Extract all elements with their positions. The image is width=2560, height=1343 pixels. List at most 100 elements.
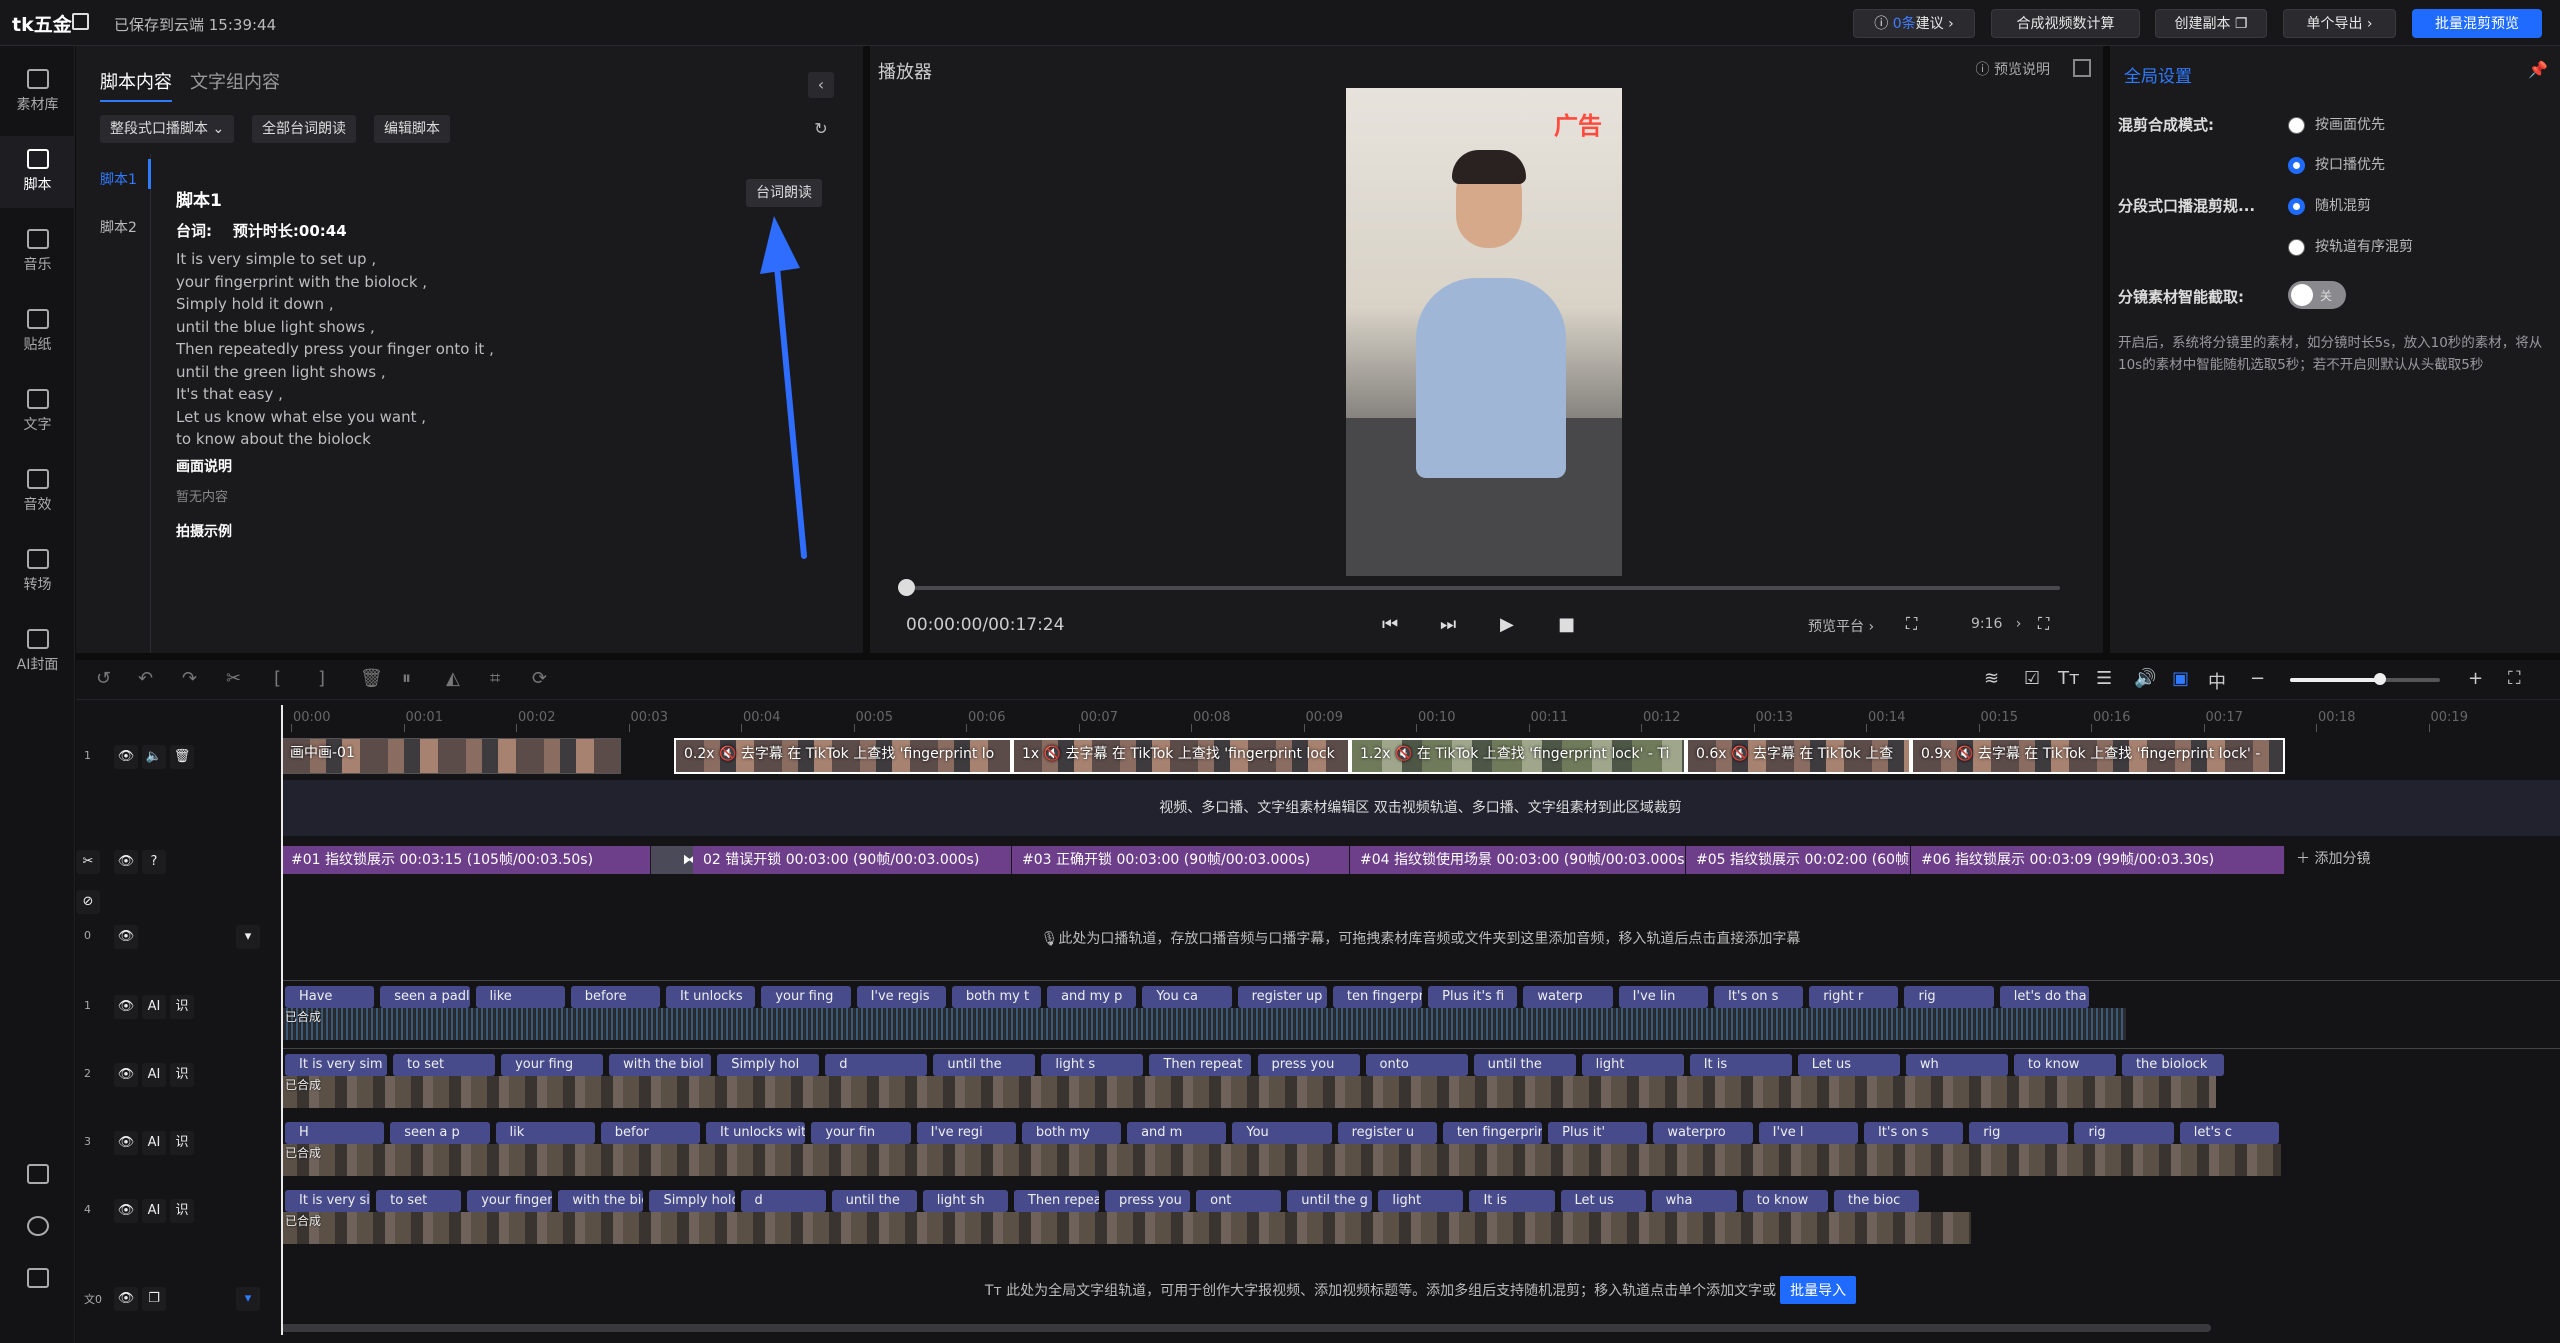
shot-chip[interactable]: #04 指纹锁使用场景 00:03:00 (90帧/00:03.000s (1350, 846, 1686, 874)
subtitle-chip[interactable]: Then repea (1013, 1190, 1099, 1212)
subtitle-chip[interactable]: It's on s (1863, 1122, 1964, 1144)
subtitle-chip[interactable]: like (475, 986, 565, 1008)
fullscreen-icon[interactable] (2073, 59, 2091, 77)
subtitle-chip[interactable]: register up (1237, 986, 1327, 1008)
ai-icon[interactable]: AI (142, 1199, 166, 1223)
subtitle-icon[interactable]: 识 (170, 1199, 194, 1223)
subtitle-chip[interactable]: until the (831, 1190, 917, 1212)
center-icon[interactable]: 中 (2208, 668, 2226, 694)
subtitle-chip[interactable]: the biolock (2121, 1054, 2224, 1076)
eye-icon[interactable]: 👁 (114, 1131, 138, 1155)
next-frame-icon[interactable]: ⏭ (1440, 614, 1456, 635)
audio-track[interactable]: 已合成 (281, 1212, 1971, 1244)
subtitle-chip[interactable]: It is (1689, 1054, 1792, 1076)
check-icon[interactable]: ☑ (2024, 668, 2040, 689)
subtitle-chip[interactable]: light (1378, 1190, 1464, 1212)
subtitle-icon[interactable]: 识 (170, 1063, 194, 1087)
shot-chip[interactable]: #01 指纹锁展示 00:03:15 (105帧/00:03.50s) (281, 846, 651, 874)
play-icon[interactable]: ▶ (1500, 614, 1514, 635)
expand-icon[interactable]: ⛶ (2038, 614, 2049, 634)
subtitle-chip[interactable]: right r (1809, 986, 1899, 1008)
script-mode-select[interactable]: 整段式口播脚本 ⌄ (100, 115, 235, 143)
mirror-icon[interactable]: ◭ (446, 668, 460, 689)
subtitle-chip[interactable]: let's do tha (1999, 986, 2089, 1008)
nav-music[interactable]: 音乐 (0, 216, 75, 288)
subtitle-chip[interactable]: with the biol (609, 1054, 712, 1076)
subtitle-chip[interactable]: seen a padl (380, 986, 470, 1008)
subtitle-chip[interactable]: and my p (1047, 986, 1137, 1008)
subtitle-chip[interactable]: H (285, 1122, 385, 1144)
freeze-icon[interactable]: ⏸ (402, 668, 411, 689)
video-clip[interactable]: 0.6x 🔇 去字幕 在 TikTok 上查 (1686, 738, 1911, 774)
subtitle-chip[interactable]: onto (1365, 1054, 1468, 1076)
read-lines-button[interactable]: 台词朗读 (746, 179, 822, 207)
nav-ai-cover[interactable]: AI封面 (0, 616, 75, 688)
nav-sticker[interactable]: 贴纸 (0, 296, 75, 368)
subtitle-chip[interactable]: light sh (922, 1190, 1008, 1212)
cut-icon[interactable]: ✂ (226, 668, 241, 689)
subtitle-chip[interactable]: ten fingerprints (1442, 1122, 1543, 1144)
subtitle-chip[interactable]: It unlocks with (706, 1122, 806, 1144)
video-clip[interactable]: 1.2x 🔇 在 TikTok 上查找 'fingerprint lock' -… (1350, 738, 1686, 774)
create-copy-button[interactable]: 创建副本 ❐ (2155, 9, 2267, 38)
fit-icon[interactable]: ⛶ (2508, 668, 2521, 689)
horizontal-scrollbar[interactable] (281, 1324, 2211, 1332)
time-ruler[interactable]: 00:00 00:01 00:02 00:03 00:04 00:05 00:06 00:07… (281, 700, 2560, 732)
subtitle-chip[interactable]: lik (495, 1122, 595, 1144)
subtitle-chip[interactable]: Simply hold (649, 1190, 735, 1212)
subtitle-icon[interactable]: 识 (170, 995, 194, 1019)
subtitle-chip[interactable]: Let us (1560, 1190, 1646, 1212)
crop-icon[interactable]: ⛶ (1906, 614, 1917, 634)
eye-icon[interactable]: 👁 (114, 850, 138, 874)
copy-icon[interactable]: ❐ (142, 1287, 166, 1311)
volume-icon[interactable]: 🔊 (2134, 668, 2156, 689)
mute-icon[interactable]: 🔈 (142, 745, 166, 769)
subtitle-chip[interactable]: rig (1969, 1122, 2069, 1144)
subtitle-chip[interactable]: register u (1337, 1122, 1437, 1144)
subtitle-chip[interactable]: until the (1473, 1054, 1576, 1076)
split-right-icon[interactable]: ] (318, 668, 325, 689)
eye-icon[interactable]: 👁 (114, 745, 138, 769)
eye-icon[interactable]: 👁 (114, 1287, 138, 1311)
subtitle-chip[interactable]: until the (933, 1054, 1036, 1076)
subtitle-chip[interactable]: befor (600, 1122, 701, 1144)
ai-icon[interactable]: AI (142, 1063, 166, 1087)
radio-ordered-mix[interactable]: 按轨道有序混剪 (2288, 236, 2413, 256)
subtitle-chip[interactable]: seen a p (390, 1122, 490, 1144)
link-icon[interactable]: ⊘ (76, 890, 100, 914)
compose-stats-button[interactable]: 合成视频数计算 (1991, 9, 2140, 38)
subtitle-chip[interactable]: It unlocks (666, 986, 756, 1008)
subtitle-chip[interactable]: rig (2074, 1122, 2174, 1144)
zoom-out-icon[interactable]: − (2250, 668, 2265, 689)
preview-note-link[interactable]: ⓘ 预览说明 (1976, 59, 2050, 79)
subtitle-chip[interactable]: your fing (501, 1054, 604, 1076)
help-button[interactable] (0, 1206, 75, 1246)
subtitle-chip[interactable]: I've lin (1618, 986, 1708, 1008)
zoom-slider-handle[interactable] (2374, 673, 2386, 685)
refresh-icon[interactable]: ↻ (808, 116, 834, 142)
subtitle-chip[interactable]: wh (1905, 1054, 2008, 1076)
subtitle-chip[interactable]: light s (1041, 1054, 1144, 1076)
layers-icon[interactable]: ≋ (1984, 668, 1999, 689)
subtitle-chip[interactable]: the bioc (1833, 1190, 1919, 1212)
shot-chip[interactable]: #05 指纹锁展示 00:02:00 (60帧 (1686, 846, 1911, 874)
subtitle-chip[interactable]: d (740, 1190, 826, 1212)
eye-icon[interactable]: 👁 (114, 925, 138, 949)
audio-track[interactable]: 已合成 (281, 1144, 2281, 1176)
undo-icon[interactable]: ↶ (138, 668, 153, 689)
scissors-icon[interactable]: ✂ (76, 850, 100, 874)
subtitle-chip[interactable]: Have (285, 986, 375, 1008)
radio-picture-first[interactable]: 按画面优先 (2288, 114, 2385, 134)
nav-sound-effect[interactable]: 音效 (0, 456, 75, 528)
subtitle-chip[interactable]: and m (1127, 1122, 1227, 1144)
subtitle-chip[interactable]: light (1581, 1054, 1684, 1076)
chevron-down-icon[interactable]: ▾ (236, 925, 260, 949)
redo-icon[interactable]: ↷ (182, 668, 197, 689)
subtitle-chip[interactable]: Then repeat (1149, 1054, 1252, 1076)
subtitle-chip[interactable]: both my (1021, 1122, 1122, 1144)
subtitle-icon[interactable]: 识 (170, 1131, 194, 1155)
subtitle-chip[interactable]: before (570, 986, 661, 1008)
subtitle-chip[interactable]: your fingerp (467, 1190, 553, 1212)
aspect-ratio-select[interactable]: 9:16 › (1971, 616, 2021, 632)
text-tool-icon[interactable]: Tт (2058, 668, 2079, 689)
